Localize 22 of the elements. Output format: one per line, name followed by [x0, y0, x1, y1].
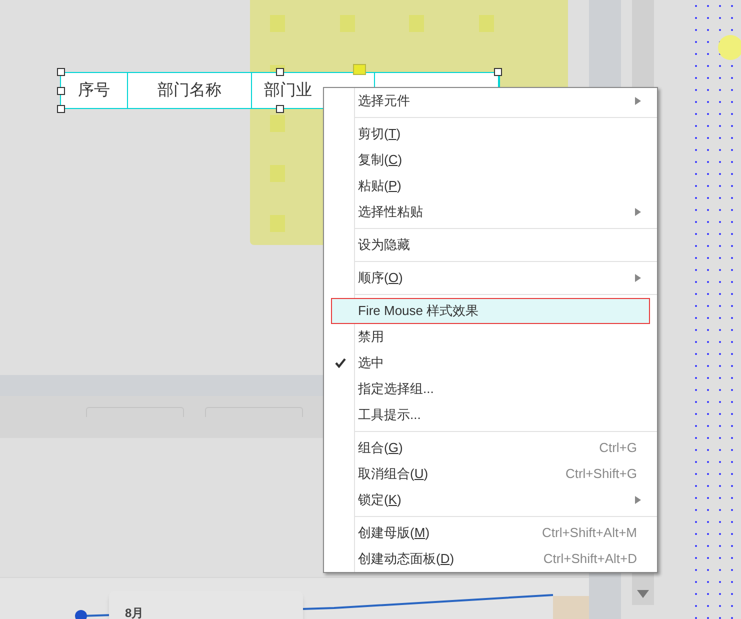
- menu-item[interactable]: 复制(C): [324, 147, 657, 173]
- menu-item[interactable]: 创建母版(M) Ctrl+Shift+Alt+M: [324, 520, 657, 546]
- menu-item[interactable]: 创建动态面板(D) Ctrl+Shift+Alt+D: [324, 546, 657, 572]
- menu-item[interactable]: 取消组合(U) Ctrl+Shift+G: [324, 461, 657, 487]
- shortcut-text: Ctrl+Shift+Alt+D: [543, 550, 637, 568]
- menu-item[interactable]: 设为隐藏: [324, 232, 657, 258]
- shortcut-text: Ctrl+Shift+G: [565, 465, 637, 484]
- menu-item[interactable]: 选择性粘贴: [324, 199, 657, 225]
- header-cell: 部门名称: [128, 73, 252, 108]
- menu-item[interactable]: Fire Mouse 样式效果: [331, 298, 650, 324]
- menu-item[interactable]: 禁用: [324, 324, 657, 350]
- menu-item[interactable]: 选中: [324, 350, 657, 376]
- shortcut-text: Ctrl+G: [599, 439, 637, 458]
- menu-item[interactable]: 粘贴(P): [324, 173, 657, 199]
- menu-item[interactable]: 工具提示...: [324, 402, 657, 428]
- menu-item[interactable]: 剪切(T): [324, 121, 657, 147]
- menu-item[interactable]: 组合(G) Ctrl+G: [324, 435, 657, 461]
- menu-item[interactable]: 指定选择组...: [324, 376, 657, 402]
- tooltip-title: 8月: [125, 606, 144, 619]
- menu-item[interactable]: 顺序(O): [324, 265, 657, 291]
- shortcut-text: Ctrl+Shift+Alt+M: [542, 524, 637, 542]
- menu-item[interactable]: 锁定(K): [324, 487, 657, 513]
